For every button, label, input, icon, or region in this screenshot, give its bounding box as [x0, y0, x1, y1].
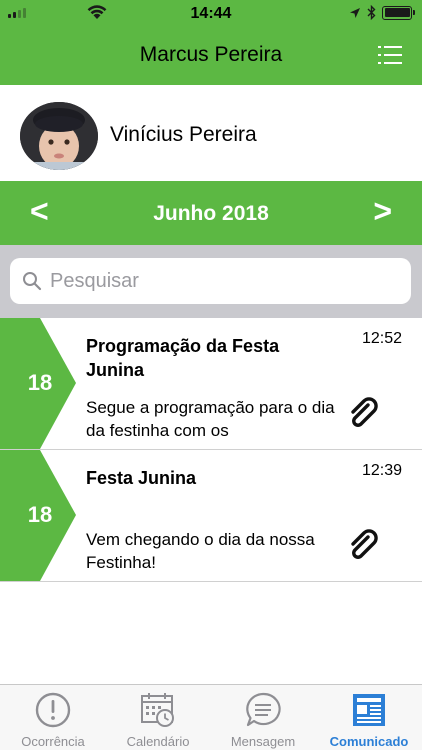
search-input[interactable] — [50, 258, 400, 304]
message-title: Programação da Festa Junina — [86, 336, 280, 380]
tab-comunicado[interactable]: Comunicado — [316, 685, 422, 750]
list-item[interactable]: 18 Programação da Festa Junina 12:52 Seg… — [0, 318, 422, 450]
tab-label: Comunicado — [329, 734, 409, 749]
date-day: 18 — [27, 370, 53, 395]
list-menu-icon[interactable] — [378, 44, 402, 66]
tab-bar: Ocorrência Calendário Mensagem Comunicad… — [0, 684, 422, 750]
tab-calendario[interactable]: Calendário — [105, 685, 211, 750]
page-title: Marcus Pereira — [139, 43, 283, 66]
month-label: Junho 2018 — [153, 202, 269, 225]
message-time: 12:39 — [361, 462, 402, 479]
search-area — [0, 245, 422, 318]
message-preview: Segue a programação para o dia da festin… — [86, 398, 335, 440]
newspaper-icon — [353, 694, 385, 726]
status-bar: 14:44 — [0, 0, 422, 28]
message-title: Festa Junina — [86, 468, 197, 488]
top-bar: 14:44 Marcus Pereira — [0, 0, 422, 85]
tab-ocorrencia[interactable]: Ocorrência — [0, 685, 106, 750]
location-arrow-icon — [350, 7, 360, 18]
profile-name: Vinícius Pereira — [110, 123, 257, 146]
paperclip-icon — [351, 397, 378, 427]
search-box[interactable] — [10, 258, 411, 304]
message-preview: Vem chegando o dia da nossa Festinha! — [86, 530, 315, 572]
profile-row[interactable]: Vinícius Pereira — [0, 85, 422, 181]
message-time: 12:52 — [361, 330, 402, 347]
next-month-button[interactable]: > — [373, 195, 392, 227]
battery-icon — [382, 5, 415, 20]
month-navigation: < Junho 2018 > — [0, 181, 422, 245]
paperclip-icon — [351, 529, 378, 559]
status-right — [349, 5, 415, 20]
tab-label: Calendário — [126, 734, 190, 749]
tab-label: Mensagem — [230, 734, 296, 749]
avatar — [20, 102, 98, 170]
calendar-clock-icon — [141, 693, 174, 727]
alert-circle-icon — [35, 692, 71, 728]
tab-mensagem[interactable]: Mensagem — [210, 685, 316, 750]
chat-icon — [246, 692, 281, 727]
list-item[interactable]: 18 Festa Junina 12:39 Vem chegando o dia… — [0, 450, 422, 582]
tab-label: Ocorrência — [21, 734, 85, 749]
bluetooth-icon — [367, 5, 376, 20]
search-icon — [23, 272, 42, 291]
date-day: 18 — [27, 502, 53, 527]
